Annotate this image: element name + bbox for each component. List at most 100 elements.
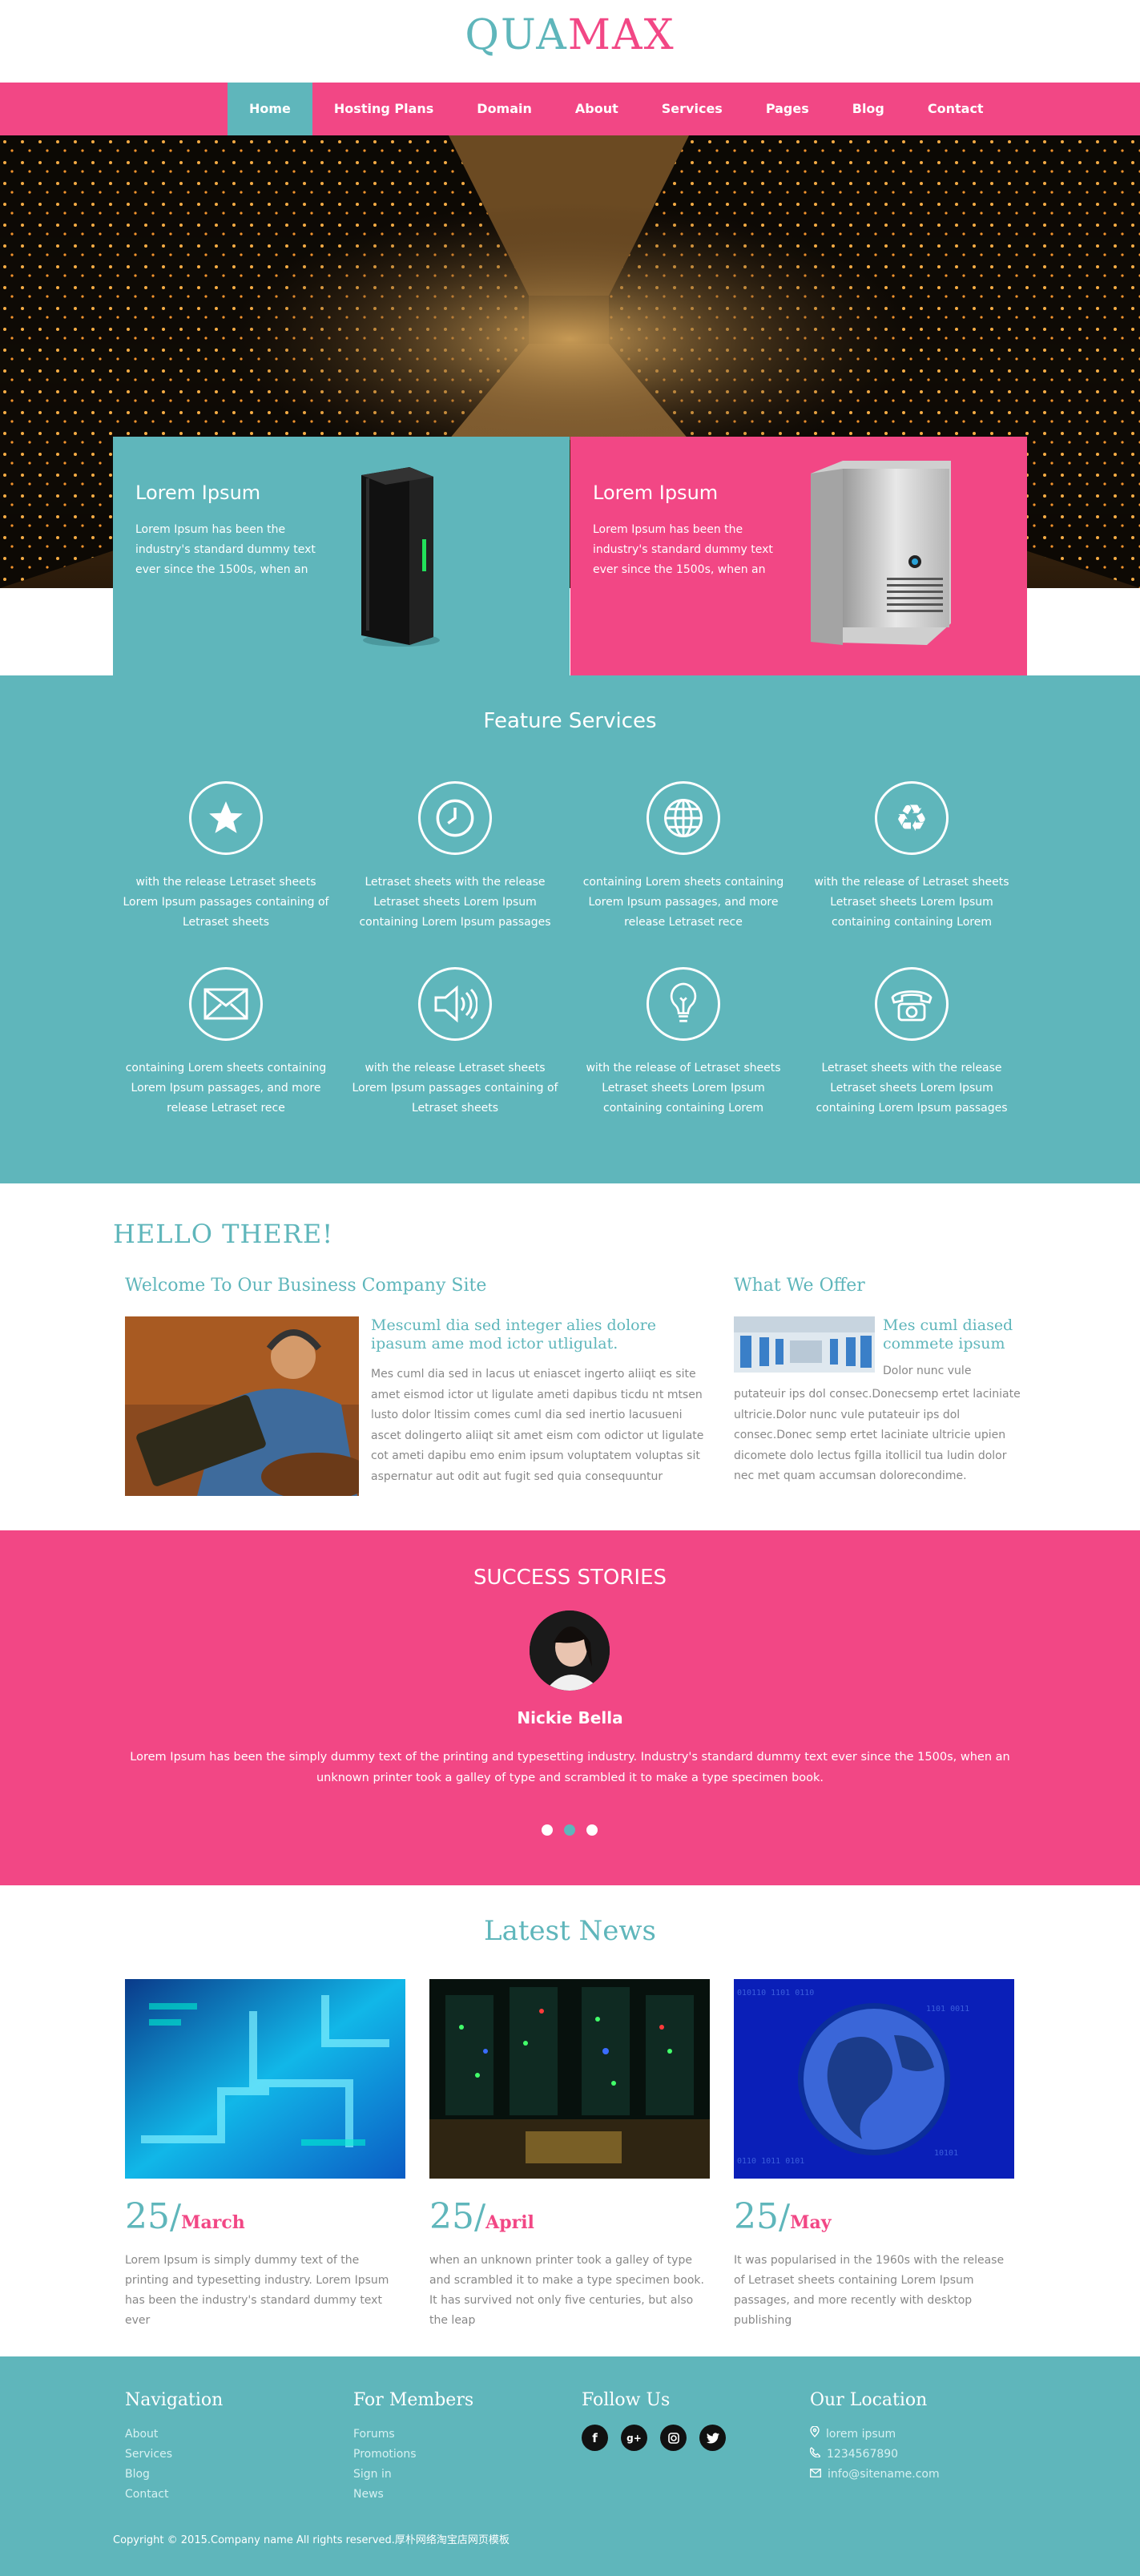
facebook-icon[interactable]: f — [582, 2425, 608, 2451]
news-text: Lorem Ipsum is simply dummy text of the … — [125, 2254, 389, 2327]
footer-link-blog[interactable]: Blog — [125, 2465, 223, 2485]
carousel-dot-3[interactable] — [586, 1824, 598, 1836]
svg-text:010110 1101 0110: 010110 1101 0110 — [737, 1989, 814, 1998]
footer-link-forums[interactable]: Forums — [353, 2425, 473, 2445]
news-item[interactable]: 25/April when an unknown printer took a … — [429, 1979, 710, 2331]
black-server-image — [361, 467, 440, 647]
testimonial-avatar — [530, 1611, 610, 1691]
twitter-icon[interactable] — [699, 2425, 726, 2451]
nav-pages[interactable]: Pages — [744, 83, 831, 135]
footer-link-news[interactable]: News — [353, 2485, 473, 2505]
nav-hosting-plans[interactable]: Hosting Plans — [312, 83, 455, 135]
footer-link-about[interactable]: About — [125, 2425, 223, 2445]
service-text: Letraset sheets with the release Letrase… — [359, 876, 551, 929]
globe-photo: 010110 1101 0110 1101 0011 0110 1011 0101 1… — [734, 1979, 1014, 2179]
clock-icon — [418, 781, 492, 855]
welcome-title: Welcome To Our Business Company Site — [125, 1276, 487, 1296]
success-stories-section: SUCCESS STORIES Nickie Bella Lorem Ipsum… — [0, 1530, 1140, 1885]
service-item[interactable]: ♻ with the release of Letraset sheets Le… — [796, 781, 1028, 933]
nav-domain[interactable]: Domain — [455, 83, 554, 135]
footer-col-title: Follow Us — [582, 2390, 671, 2410]
service-item[interactable]: with the release of Letraset sheets Letr… — [567, 967, 800, 1119]
svg-text:0110 1011 0101: 0110 1011 0101 — [737, 2157, 804, 2166]
service-item[interactable]: containing Lorem sheets containing Lorem… — [567, 781, 800, 933]
carousel-dot-2[interactable] — [564, 1824, 575, 1836]
google-plus-icon[interactable]: g+ — [621, 2425, 647, 2451]
service-text: containing Lorem sheets containing Lorem… — [582, 876, 784, 929]
service-item[interactable]: containing Lorem sheets containing Lorem… — [110, 967, 342, 1119]
svg-text:1101 0011: 1101 0011 — [926, 2005, 969, 2014]
phone-handset-icon — [809, 2445, 821, 2465]
promo-text: Lorem Ipsum has been the industry's stan… — [135, 523, 316, 576]
lightbulb-icon — [647, 967, 720, 1041]
nav-about[interactable]: About — [554, 83, 640, 135]
silver-server-image — [811, 461, 951, 645]
nav-blog[interactable]: Blog — [831, 83, 906, 135]
news-text: It was popularised in the 1960s with the… — [734, 2254, 1005, 2327]
news-date: 25/May — [734, 2196, 832, 2237]
section-title: SUCCESS STORIES — [473, 1566, 667, 1590]
nav-contact[interactable]: Contact — [906, 83, 1005, 135]
service-text: with the release Letraset sheets Lorem I… — [123, 876, 329, 929]
service-item[interactable]: with the release Letraset sheets Lorem I… — [339, 967, 571, 1119]
recycle-icon: ♻ — [875, 781, 949, 855]
datacenter-photo — [734, 1316, 875, 1373]
service-item[interactable]: with the release Letraset sheets Lorem I… — [110, 781, 342, 933]
site-logo[interactable]: QUAMAX — [0, 11, 1140, 59]
carousel-dot-1[interactable] — [542, 1824, 553, 1836]
server-room-photo — [429, 1979, 710, 2179]
envelope-icon — [189, 967, 263, 1041]
testimonial-quote: Lorem Ipsum has been the simply dummy te… — [130, 1751, 1010, 1784]
welcome-text: Mes cuml dia sed in lacus ut eniascet in… — [371, 1368, 704, 1483]
promo-title: Lorem Ipsum — [135, 482, 261, 504]
news-item[interactable]: 010110 1101 0110 1101 0011 0110 1011 0101 1… — [734, 1979, 1014, 2331]
map-pin-icon — [810, 2425, 820, 2445]
footer-link-signin[interactable]: Sign in — [353, 2465, 473, 2485]
logo-part1: QUA — [465, 11, 568, 59]
footer-follow: Follow Us f g+ — [582, 2390, 726, 2451]
logo-part2: MAX — [567, 11, 675, 59]
news-item[interactable]: 25/March Lorem Ipsum is simply dummy tex… — [125, 1979, 405, 2331]
news-title: Latest News — [484, 1915, 656, 1947]
testimonial-name: Nickie Bella — [517, 1708, 623, 1727]
svg-text:10101: 10101 — [934, 2149, 958, 2158]
hello-title: HELLO THERE! — [113, 1219, 334, 1249]
nav-home[interactable]: Home — [228, 83, 312, 135]
service-text: Letraset sheets with the release Letrase… — [816, 1062, 1008, 1115]
instagram-icon[interactable] — [660, 2425, 687, 2451]
service-text: with the release of Letraset sheets Letr… — [586, 1062, 781, 1115]
phone-item: 1234567890 — [809, 2445, 940, 2465]
phone-icon — [875, 967, 949, 1041]
footer-members: For Members Forums Promotions Sign in Ne… — [353, 2390, 473, 2505]
service-item[interactable]: Letraset sheets with the release Letrase… — [796, 967, 1028, 1119]
promo-text: Lorem Ipsum has been the industry's stan… — [593, 523, 773, 576]
welcome-subtitle: Mescuml dia sed integer alies dolore ipa… — [371, 1316, 656, 1353]
news-text: when an unknown printer took a galley of… — [429, 2254, 704, 2327]
footer-link-promotions[interactable]: Promotions — [353, 2445, 473, 2465]
site-footer: Navigation About Services Blog Contact F… — [0, 2356, 1140, 2576]
footer-link-services[interactable]: Services — [125, 2445, 223, 2465]
nav-services[interactable]: Services — [640, 83, 744, 135]
copyright-text: Copyright © 2015.Company name All rights… — [113, 2534, 510, 2546]
service-text: containing Lorem sheets containing Lorem… — [125, 1062, 327, 1115]
footer-link-contact[interactable]: Contact — [125, 2485, 223, 2505]
offer-title: What We Offer — [734, 1276, 865, 1296]
speaker-icon — [418, 967, 492, 1041]
location-item: lorem ipsum — [810, 2425, 940, 2445]
news-date: 25/March — [125, 2196, 245, 2237]
mail-icon — [810, 2465, 821, 2485]
circuit-photo — [125, 1979, 405, 2179]
email-item[interactable]: info@sitename.com — [810, 2465, 940, 2485]
offer-text-1: Dolor nunc vule — [883, 1365, 972, 1377]
footer-col-title: Our Location — [810, 2390, 928, 2410]
star-icon — [189, 781, 263, 855]
promo-panel-2[interactable]: Lorem Ipsum Lorem Ipsum has been the ind… — [570, 437, 1027, 675]
service-text: with the release Letraset sheets Lorem I… — [352, 1062, 558, 1115]
promo-panel-1[interactable]: Lorem Ipsum Lorem Ipsum has been the ind… — [113, 437, 570, 675]
footer-col-title: For Members — [353, 2390, 474, 2410]
feature-services-section: Feature Services with the release Letras… — [0, 675, 1140, 1183]
farmer-photo — [125, 1316, 359, 1496]
footer-navigation: Navigation About Services Blog Contact — [125, 2390, 223, 2505]
service-item[interactable]: Letraset sheets with the release Letrase… — [339, 781, 571, 933]
carousel-dots — [542, 1824, 598, 1836]
